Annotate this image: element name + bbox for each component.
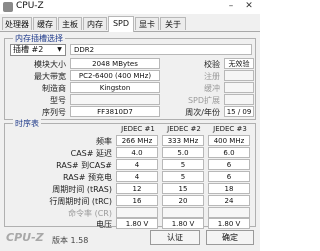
timing-cell: 24 xyxy=(208,195,250,206)
timing-row-label: 电压 xyxy=(96,220,112,229)
tab-about[interactable]: 关于 xyxy=(160,17,186,30)
tab-bar: 处理器 缓存 主板 内存 SPD 显卡 关于 xyxy=(0,16,260,32)
part-number-label: 型号 xyxy=(50,96,66,105)
title-bar[interactable]: CPU-Z – ✕ xyxy=(0,0,260,14)
cpuz-window: CPU-Z – ✕ 处理器 缓存 主板 内存 SPD 显卡 关于 内存插槽选择 … xyxy=(0,0,260,251)
timing-cell: 5.0 xyxy=(162,147,204,158)
week-year-label: 周次/年份 xyxy=(185,108,220,117)
slot-selection-title: 内存插槽选择 xyxy=(13,33,65,44)
serial-label: 序列号 xyxy=(42,108,66,117)
minimize-button[interactable]: – xyxy=(222,0,240,13)
timing-cell: 1.80 V xyxy=(208,218,250,229)
timing-cell: 5 xyxy=(162,159,204,170)
chevron-down-icon: ▼ xyxy=(57,46,62,53)
cpu-z-logo-icon xyxy=(3,2,13,12)
timing-cell: 1.80 V xyxy=(116,218,158,229)
timing-row-label: 命令率 (CR) xyxy=(68,209,112,218)
timing-row-label: 周期时间 (tRAS) xyxy=(52,185,112,194)
timing-cell: 4 xyxy=(116,171,158,182)
timing-cell: 6 xyxy=(208,159,250,170)
timing-row-label: CAS# 延迟 xyxy=(70,149,112,158)
close-button[interactable]: ✕ xyxy=(240,0,258,13)
manufacturer-label: 制造商 xyxy=(42,84,66,93)
memory-type: DDR2 xyxy=(70,44,252,55)
column-header-jedec-3: JEDEC #3 xyxy=(213,125,247,133)
max-bandwidth-label: 最大带宽 xyxy=(34,72,66,81)
manufacturer-value: Kingston xyxy=(70,82,160,93)
timing-cell xyxy=(208,207,250,218)
part-number-value xyxy=(70,94,160,105)
buffered-label: 缓冲 xyxy=(204,84,220,93)
serial-value: FF3810D7 xyxy=(70,106,160,117)
max-bandwidth-value: PC2-6400 (400 MHz) xyxy=(70,70,160,81)
cpu-z-brand-logo: CPU-Z xyxy=(6,231,44,244)
timing-row-label: RAS# 到CAS# xyxy=(56,161,112,170)
slot-dropdown-value: 插槽 #2 xyxy=(13,45,44,54)
timing-cell: 4 xyxy=(116,159,158,170)
timing-cell: 15 xyxy=(162,183,204,194)
column-header-jedec-2: JEDEC #2 xyxy=(167,125,201,133)
timing-cell xyxy=(162,207,204,218)
ok-button[interactable]: 确定 xyxy=(206,230,254,245)
timing-cell: 1.80 V xyxy=(162,218,204,229)
timing-cell: 6.0 xyxy=(208,147,250,158)
spd-ext-label: SPD扩展 xyxy=(187,96,220,105)
module-size-label: 模块大小 xyxy=(34,60,66,69)
timing-cell xyxy=(116,207,158,218)
timing-row-label: 频率 xyxy=(96,137,112,146)
timing-cell: 400 MHz xyxy=(208,135,250,146)
correction-label: 校验 xyxy=(204,60,220,69)
version-label: 版本 1.58 xyxy=(52,236,89,245)
timing-cell: 333 MHz xyxy=(162,135,204,146)
timing-cell: 266 MHz xyxy=(116,135,158,146)
timing-cell: 4.0 xyxy=(116,147,158,158)
tab-spd[interactable]: SPD xyxy=(108,16,134,32)
tab-graphics[interactable]: 显卡 xyxy=(135,17,159,30)
timing-row-label: RAS# 预充电 xyxy=(62,173,112,182)
column-header-jedec-1: JEDEC #1 xyxy=(121,125,155,133)
slot-dropdown[interactable]: 插槽 #2 ▼ xyxy=(10,44,66,56)
timings-title: 时序表 xyxy=(13,118,41,129)
timing-cell: 16 xyxy=(116,195,158,206)
timing-cell: 5 xyxy=(162,171,204,182)
registered-value xyxy=(224,70,254,81)
tab-mainboard[interactable]: 主板 xyxy=(58,17,82,30)
module-size-value: 2048 MBytes xyxy=(70,58,160,69)
tab-cache[interactable]: 缓存 xyxy=(33,17,57,30)
tab-processor[interactable]: 处理器 xyxy=(2,17,32,30)
window-title: CPU-Z xyxy=(16,1,44,11)
validate-button[interactable]: 认证 xyxy=(150,230,200,245)
tab-memory[interactable]: 内存 xyxy=(83,17,107,30)
registered-label: 注册 xyxy=(204,72,220,81)
timing-row-label: 行周期时间 (tRC) xyxy=(49,197,112,206)
week-year-value: 15 / 09 xyxy=(224,106,254,117)
timing-cell: 20 xyxy=(162,195,204,206)
correction-value: 无效验 xyxy=(224,58,254,69)
timing-cell: 18 xyxy=(208,183,250,194)
timing-cell: 6 xyxy=(208,171,250,182)
timing-cell: 12 xyxy=(116,183,158,194)
buffered-value xyxy=(224,82,254,93)
spd-ext-value xyxy=(224,94,254,105)
